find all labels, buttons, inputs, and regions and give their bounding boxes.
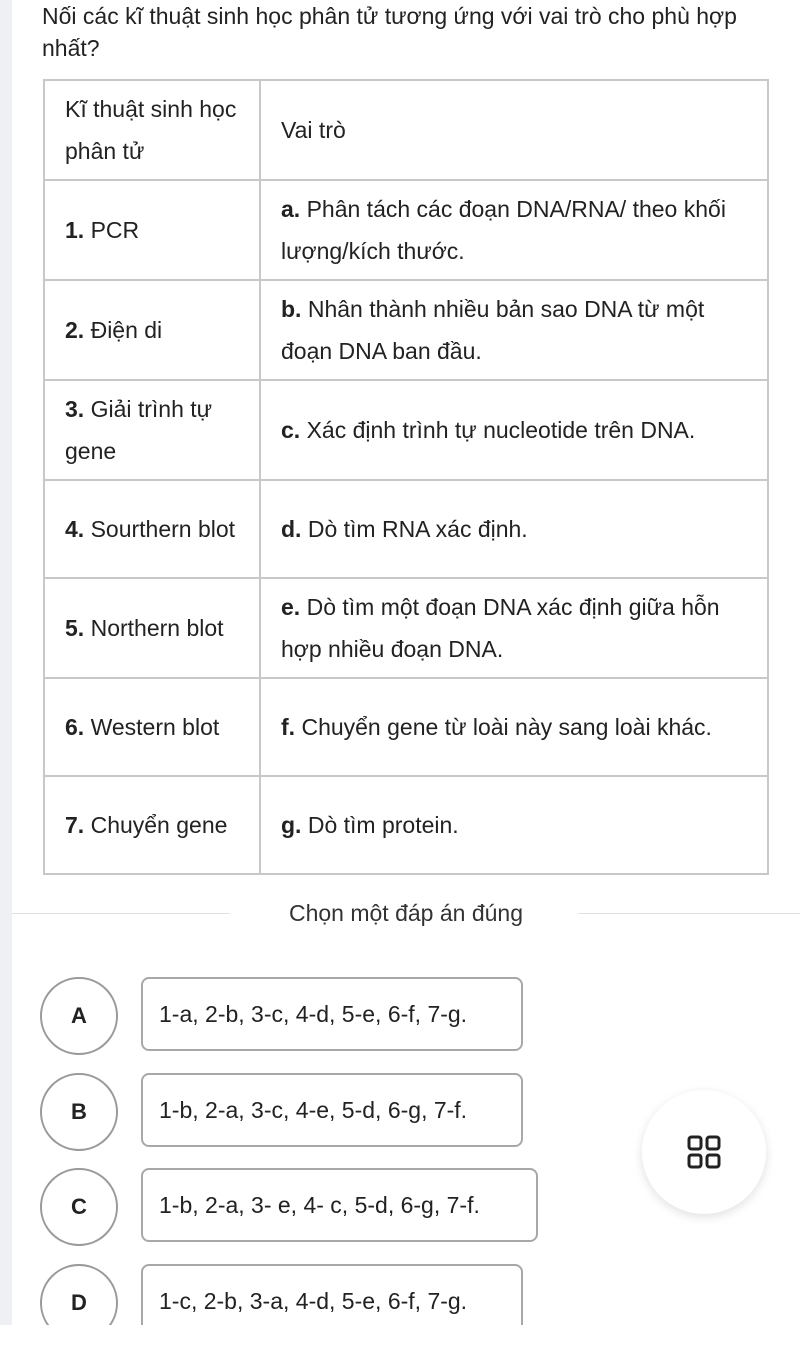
table-row: 6. Western blot f. Chuyển gene từ loài n…: [43, 677, 769, 777]
technique-number: 7.: [65, 812, 85, 838]
technique-name: Giải trình tự gene: [65, 396, 213, 464]
option-text[interactable]: 1-c, 2-b, 3-a, 4-d, 5-e, 6-f, 7-g.: [141, 1264, 523, 1325]
option-letter[interactable]: A: [40, 977, 118, 1055]
role-key: e.: [281, 594, 301, 620]
technique-name: Điện di: [84, 317, 163, 343]
role-cell: e. Dò tìm một đoạn DNA xác định giữa hỗn…: [259, 577, 769, 679]
role-cell: d. Dò tìm RNA xác định.: [259, 479, 769, 579]
table-row: 3. Giải trình tự gene c. Xác định trình …: [43, 379, 769, 481]
technique-number: 5.: [65, 615, 85, 641]
question-grid-button[interactable]: [642, 1090, 766, 1214]
answer-divider: Chọn một đáp án đúng: [12, 895, 800, 931]
table-header-row: Kĩ thuật sinh học phân tử Vai trò: [43, 79, 769, 181]
role-text: Nhân thành nhiều bản sao DNA từ một đoạn…: [281, 296, 705, 364]
role-key: f.: [281, 714, 296, 740]
technique-name: PCR: [84, 217, 140, 243]
role-text: Dò tìm protein.: [301, 812, 459, 838]
table-row: 5. Northern blot e. Dò tìm một đoạn DNA …: [43, 577, 769, 679]
technique-cell: 7. Chuyển gene: [43, 775, 261, 875]
technique-number: 4.: [65, 516, 85, 542]
role-key: b.: [281, 296, 302, 322]
technique-cell: 4. Sourthern blot: [43, 479, 261, 579]
technique-name: Western blot: [84, 714, 220, 740]
divider-line-right: [578, 913, 800, 914]
option-letter[interactable]: D: [40, 1264, 118, 1325]
table-row: 4. Sourthern blot d. Dò tìm RNA xác định…: [43, 479, 769, 579]
header-technique: Kĩ thuật sinh học phân tử: [43, 79, 261, 181]
grid-icon: [687, 1135, 721, 1169]
role-cell: a. Phân tách các đoạn DNA/RNA/ theo khối…: [259, 179, 769, 281]
role-cell: g. Dò tìm protein.: [259, 775, 769, 875]
header-role: Vai trò: [259, 79, 769, 181]
role-cell: b. Nhân thành nhiều bản sao DNA từ một đ…: [259, 279, 769, 381]
role-text: Chuyển gene từ loài này sang loài khác.: [295, 714, 712, 740]
role-cell: f. Chuyển gene từ loài này sang loài khá…: [259, 677, 769, 777]
technique-cell: 5. Northern blot: [43, 577, 261, 679]
technique-name: Chuyển gene: [84, 812, 228, 838]
technique-number: 3.: [65, 396, 85, 422]
question-text: Nối các kĩ thuật sinh học phân tử tương …: [42, 3, 737, 61]
technique-cell: 2. Điện di: [43, 279, 261, 381]
role-text: Phân tách các đoạn DNA/RNA/ theo khối lư…: [281, 196, 726, 264]
role-text: Dò tìm RNA xác định.: [301, 516, 528, 542]
option-text[interactable]: 1-a, 2-b, 3-c, 4-d, 5-e, 6-f, 7-g.: [141, 977, 523, 1051]
quiz-page: Nối các kĩ thuật sinh học phân tử tương …: [0, 0, 800, 1325]
role-key: g.: [281, 812, 302, 838]
technique-number: 6.: [65, 714, 85, 740]
table-row: 7. Chuyển gene g. Dò tìm protein.: [43, 775, 769, 875]
role-key: a.: [281, 196, 301, 222]
matching-table: Kĩ thuật sinh học phân tử Vai trò 1. PCR…: [43, 79, 769, 875]
table-row: 2. Điện di b. Nhân thành nhiều bản sao D…: [43, 279, 769, 381]
table-row: 1. PCR a. Phân tách các đoạn DNA/RNA/ th…: [43, 179, 769, 281]
role-key: c.: [281, 417, 301, 443]
option-text[interactable]: 1-b, 2-a, 3- e, 4- c, 5-d, 6-g, 7-f.: [141, 1168, 538, 1242]
left-edge-strip: [0, 0, 12, 1325]
role-cell: c. Xác định trình tự nucleotide trên DNA…: [259, 379, 769, 481]
technique-cell: 6. Western blot: [43, 677, 261, 777]
technique-name: Sourthern blot: [84, 516, 236, 542]
technique-cell: 3. Giải trình tự gene: [43, 379, 261, 481]
technique-number: 2.: [65, 317, 85, 343]
role-key: d.: [281, 516, 302, 542]
role-text: Xác định trình tự nucleotide trên DNA.: [300, 417, 696, 443]
option-letter[interactable]: B: [40, 1073, 118, 1151]
role-text: Dò tìm một đoạn DNA xác định giữa hỗn hợ…: [281, 594, 720, 662]
option-text[interactable]: 1-b, 2-a, 3-c, 4-e, 5-d, 6-g, 7-f.: [141, 1073, 523, 1147]
technique-name: Northern blot: [84, 615, 224, 641]
technique-cell: 1. PCR: [43, 179, 261, 281]
technique-number: 1.: [65, 217, 85, 243]
option-letter[interactable]: C: [40, 1168, 118, 1246]
